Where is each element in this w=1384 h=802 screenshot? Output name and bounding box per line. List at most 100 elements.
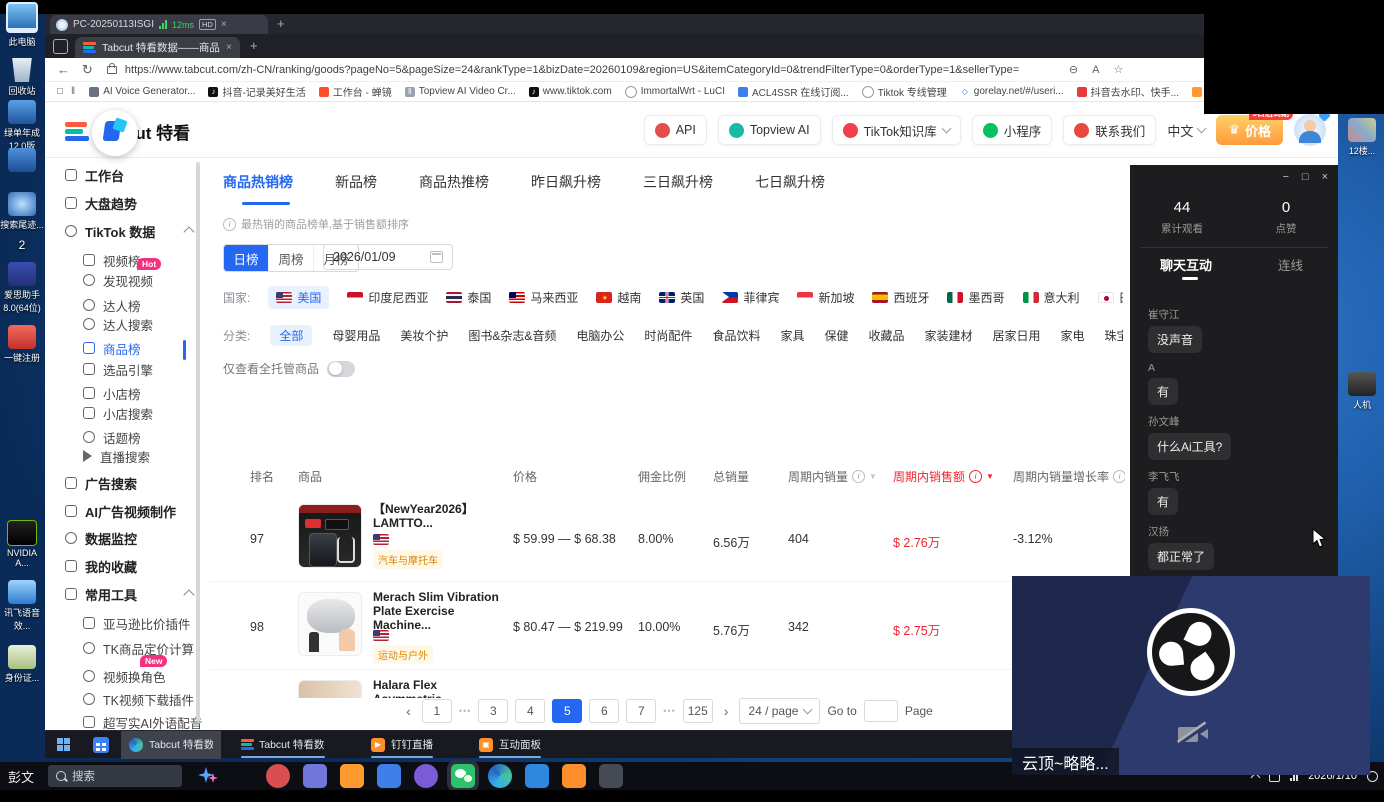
- calculator-icon[interactable]: [93, 737, 109, 753]
- category-item[interactable]: 珠宝与衍生品: [1105, 327, 1123, 344]
- next-page-icon[interactable]: ›: [720, 703, 733, 719]
- bookmark-item[interactable]: ‖Topview AI Video Cr...: [405, 86, 516, 97]
- country-id[interactable]: 印度尼西亚: [347, 289, 428, 306]
- desktop-icon-right-2[interactable]: 人机: [1340, 372, 1384, 411]
- product-image[interactable]: [298, 504, 362, 568]
- product-title[interactable]: Halara Flex Asymmetric...: [373, 678, 511, 698]
- nav-topview-button[interactable]: Topview AI: [718, 115, 821, 145]
- country-it[interactable]: 意大利: [1023, 289, 1080, 306]
- sidebar-item-video-download[interactable]: TK视频下载插件: [83, 689, 194, 709]
- desktop-icon-app2[interactable]: [0, 148, 44, 174]
- desktop-icon-this-pc[interactable]: 此电脑: [0, 2, 44, 48]
- close-icon[interactable]: ×: [221, 19, 227, 30]
- period-daily[interactable]: 日榜: [224, 245, 268, 271]
- category-item[interactable]: 电脑办公: [576, 327, 624, 344]
- desktop-icon-right-1[interactable]: 12楼...: [1340, 118, 1384, 157]
- category-item[interactable]: 食品饮料: [712, 327, 760, 344]
- page-3[interactable]: 3: [478, 699, 508, 723]
- ellipsis-icon[interactable]: •••: [459, 706, 471, 716]
- edge-icon[interactable]: [488, 764, 512, 788]
- sort-icon-active[interactable]: ▼: [986, 472, 994, 481]
- sidebar-item-price-calc[interactable]: TK商品定价计算: [83, 638, 194, 658]
- tab-new-products[interactable]: 新品榜: [335, 172, 377, 192]
- sidebar-item-ai-ad-video[interactable]: AI广告视频制作: [65, 501, 176, 521]
- wechat-icon[interactable]: [451, 764, 475, 788]
- page-6[interactable]: 6: [589, 699, 619, 723]
- bookmark-item[interactable]: ◇gorelay.net/#/useri...: [960, 86, 1064, 97]
- sidebar-item-product-engine[interactable]: 选品引擎: [83, 359, 153, 379]
- bookmark-item[interactable]: ImmortalWrt - LuCI: [625, 86, 725, 98]
- category-item[interactable]: 保健: [824, 327, 848, 344]
- zoom-out-icon[interactable]: ⊖: [1069, 63, 1078, 76]
- new-session-tab-icon[interactable]: +: [277, 16, 285, 31]
- bookmark-item[interactable]: 抖音去水印、快手...: [1077, 84, 1179, 99]
- bookmark-item[interactable]: ♪抖音-记录美好生活: [208, 84, 305, 99]
- desktop-icon-nvidia[interactable]: NVIDIA A...: [0, 520, 44, 568]
- category-item[interactable]: 美妆个护: [400, 327, 448, 344]
- taskbar-window-tabcut[interactable]: Tabcut 特看数据...: [233, 731, 333, 759]
- table-row[interactable]: 97 【NewYear2026】LAMTTO... 汽车与摩托车 $ 59.99…: [210, 494, 1125, 582]
- price-button[interactable]: ♛ 价格 5日后到期: [1216, 115, 1283, 145]
- page-size-select[interactable]: 24 / page: [739, 698, 820, 724]
- tab-overview-icon[interactable]: [53, 39, 68, 54]
- back-icon[interactable]: ←: [57, 62, 70, 77]
- country-us[interactable]: 美国: [268, 286, 329, 309]
- bookmarks-folder-icon[interactable]: ‖: [71, 86, 75, 97]
- table-row[interactable]: 99 Halara Flex Asymmetric...: [210, 670, 1125, 698]
- nav-knowledge-button[interactable]: TikTok知识库: [832, 115, 961, 145]
- reload-icon[interactable]: ↻: [82, 62, 93, 78]
- product-title[interactable]: 【NewYear2026】LAMTTO...: [373, 502, 511, 530]
- sidebar-scrollbar[interactable]: [196, 162, 200, 722]
- sidebar-item-shop-rank[interactable]: 小店榜: [83, 383, 141, 403]
- nav-api-button[interactable]: API: [644, 115, 707, 145]
- pinned-app-icon[interactable]: [562, 764, 586, 788]
- hd-badge[interactable]: HD: [199, 19, 216, 30]
- sidebar-item-creator-search[interactable]: 达人搜索: [83, 314, 153, 334]
- category-item[interactable]: 收藏品: [868, 327, 904, 344]
- pinned-app-icon[interactable]: [266, 764, 290, 788]
- country-es[interactable]: 西班牙: [872, 289, 929, 306]
- sidebar-item-favorites[interactable]: 我的收藏: [65, 556, 137, 576]
- pinned-app-icon[interactable]: [525, 764, 549, 788]
- lock-icon[interactable]: [107, 66, 117, 74]
- category-item[interactable]: 母婴用品: [332, 327, 380, 344]
- sidebar-item-ai-dubbing[interactable]: 超写实AI外语配音: [83, 712, 202, 730]
- country-jp[interactable]: 日本: [1098, 289, 1123, 306]
- prev-page-icon[interactable]: ‹: [402, 703, 415, 719]
- page-125[interactable]: 125: [683, 699, 713, 723]
- pinned-app-icon[interactable]: [377, 764, 401, 788]
- taskbar-search-box[interactable]: 搜索: [48, 765, 182, 787]
- sidebar-item-tiktok-data[interactable]: TikTok 数据: [65, 221, 155, 241]
- sidebar-panel-icon[interactable]: □: [57, 86, 63, 97]
- sidebar-item-face-swap[interactable]: 视频换角色: [83, 666, 166, 686]
- product-title[interactable]: Merach Slim Vibration Plate Exercise Mac…: [373, 590, 511, 632]
- sidebar-item-data-monitor[interactable]: 数据监控: [65, 528, 137, 548]
- minimize-icon[interactable]: −: [1282, 171, 1288, 183]
- tab-hot-sales[interactable]: 商品热销榜: [223, 172, 293, 192]
- desktop-icon-id[interactable]: 身份证...: [0, 645, 44, 684]
- col-period-gmv[interactable]: 周期内销售额i▼: [893, 468, 994, 485]
- country-gb[interactable]: 英国: [659, 289, 704, 306]
- page-1[interactable]: 1: [422, 699, 452, 723]
- category-item[interactable]: 居家日用: [993, 327, 1041, 344]
- sidebar-item-topic-rank[interactable]: 话题榜: [83, 427, 141, 447]
- sidebar-item-shop-search[interactable]: 小店搜索: [83, 403, 153, 423]
- copilot-icon[interactable]: [198, 765, 220, 787]
- tab-7day-rising[interactable]: 七日飙升榜: [755, 172, 825, 192]
- nav-contact-button[interactable]: 联系我们: [1063, 115, 1156, 145]
- sidebar-item-video-rank[interactable]: 视频榜: [83, 250, 141, 270]
- sidebar-item-live-search[interactable]: 直播搜索: [83, 446, 150, 466]
- collapse-icon[interactable]: [183, 589, 194, 600]
- sidebar-item-tools[interactable]: 常用工具: [65, 584, 137, 604]
- page-4[interactable]: 4: [515, 699, 545, 723]
- pinned-app-icon[interactable]: [340, 764, 364, 788]
- user-avatar[interactable]: [1294, 114, 1326, 146]
- remote-session-tab[interactable]: PC-20250113ISGI 12ms HD ×: [50, 15, 268, 34]
- tab-hot-promoted[interactable]: 商品热推榜: [419, 172, 489, 192]
- managed-toggle[interactable]: [327, 361, 355, 377]
- sidebar-item-goods-rank[interactable]: 商品榜: [83, 338, 141, 358]
- country-vn[interactable]: 越南: [596, 289, 641, 306]
- browser-tab[interactable]: Tabcut 特看数据——商品榜 ×: [75, 37, 240, 58]
- category-item[interactable]: 时尚配件: [644, 327, 692, 344]
- favorite-star-icon[interactable]: ☆: [1113, 63, 1123, 76]
